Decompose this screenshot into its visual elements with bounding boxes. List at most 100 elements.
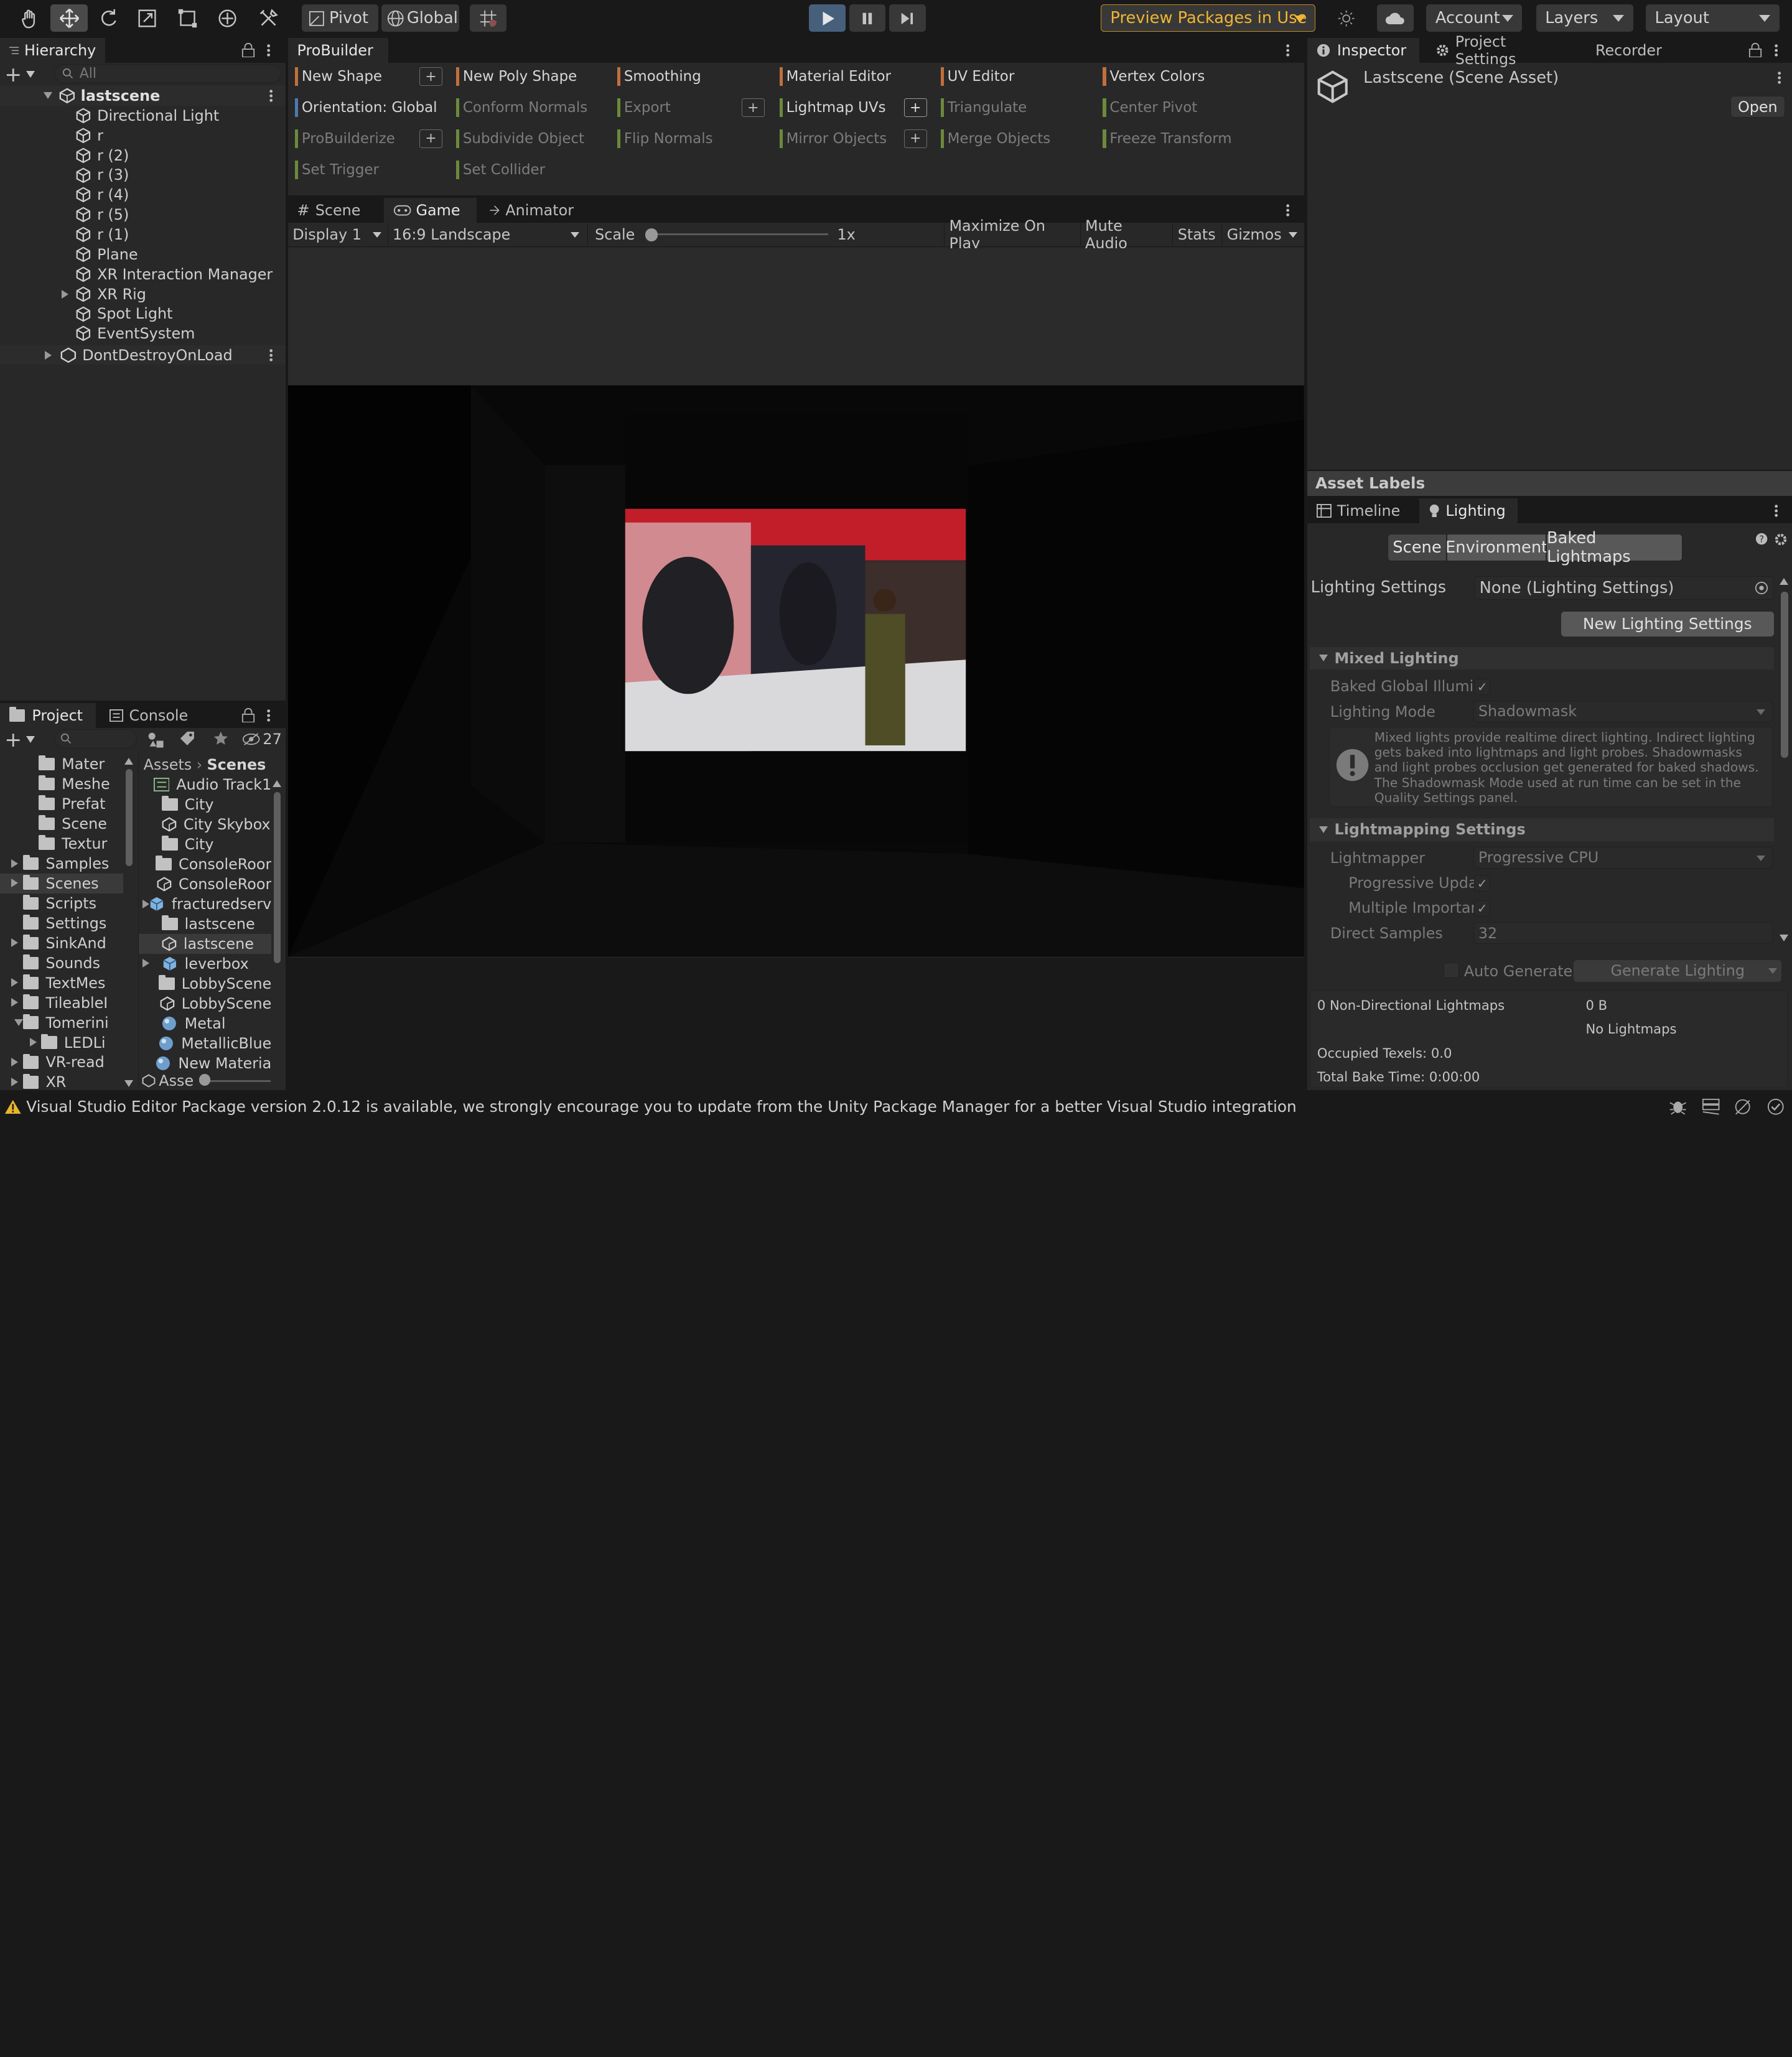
project-file[interactable]: ConsoleRoor (139, 854, 271, 874)
hierarchy-item[interactable]: EventSystem (0, 324, 286, 343)
project-file[interactable]: lastscene (139, 914, 271, 934)
probuilder-options-button[interactable]: + (419, 67, 442, 86)
project-file[interactable]: City (139, 834, 271, 854)
tab-inspector[interactable]: Inspector (1307, 37, 1420, 63)
icon-size-slider[interactable] (204, 1080, 271, 1083)
status-message[interactable]: Visual Studio Editor Package version 2.0… (26, 1098, 1297, 1116)
kebab-menu-icon[interactable] (1286, 44, 1290, 57)
project-file[interactable]: MetallicBlue (139, 1033, 271, 1053)
tab-animator[interactable]: Animator (480, 198, 582, 223)
project-file[interactable]: leverbox (139, 954, 271, 974)
probuilder-options-button[interactable]: + (419, 129, 442, 148)
hierarchy-search-input[interactable]: All (55, 63, 281, 84)
scale-slider-thumb[interactable] (645, 228, 658, 241)
tab-timeline[interactable]: Timeline (1307, 498, 1415, 523)
scale-slider-track[interactable] (647, 233, 828, 236)
kebab-menu-icon[interactable] (1774, 504, 1778, 518)
hand-tool-button[interactable] (11, 4, 49, 32)
probuilder-action[interactable]: Smoothing (615, 64, 701, 89)
layers-dropdown[interactable]: Layers (1536, 4, 1633, 32)
transform-tool-button[interactable] (209, 4, 246, 32)
project-folder[interactable]: Textur (0, 834, 123, 854)
rect-tool-button[interactable] (169, 4, 206, 32)
probuilder-action[interactable]: Set Trigger (292, 157, 379, 182)
project-folder[interactable]: XR (0, 1073, 123, 1090)
project-folder[interactable]: VR-read (0, 1053, 123, 1073)
probuilder-action[interactable]: New Shape (292, 64, 382, 89)
aspect-dropdown[interactable]: 16:9 Landscape (387, 223, 587, 246)
label-icon[interactable] (179, 730, 195, 747)
grid-snap-button[interactable] (469, 4, 506, 32)
maximize-on-play-toggle[interactable]: Maximize On Play (944, 217, 1079, 252)
probuilder-action[interactable]: Flip Normals (615, 126, 713, 151)
project-file[interactable]: City Skybox (139, 814, 271, 834)
project-file[interactable]: fracturedserv (139, 894, 271, 914)
tab-lighting[interactable]: Lighting (1419, 498, 1518, 524)
project-file[interactable]: lastscene (139, 933, 272, 954)
tab-console[interactable]: Console (101, 703, 199, 728)
probuilder-action[interactable]: Export (615, 95, 671, 120)
scene-row-lastscene[interactable]: lastscene (0, 85, 286, 106)
project-file[interactable]: Audio Track1 (139, 775, 271, 795)
hierarchy-item[interactable]: XR Interaction Manager (0, 264, 286, 284)
preview-packages-dropdown[interactable]: Preview Packages in Use (1100, 4, 1316, 32)
star-icon[interactable] (213, 730, 229, 747)
tab-hierarchy[interactable]: Hierarchy (0, 37, 105, 63)
project-file[interactable]: New Materia (139, 1053, 271, 1073)
settings-gear-icon[interactable] (1774, 533, 1788, 546)
probuilder-options-button[interactable]: + (903, 129, 927, 148)
probuilder-action[interactable]: ProBuilderize (292, 126, 395, 151)
project-file[interactable]: Metal (139, 1014, 271, 1033)
new-lighting-settings-button[interactable]: New Lighting Settings (1561, 611, 1774, 637)
project-folder[interactable]: LEDLi (0, 1033, 123, 1053)
lighting-settings-field[interactable]: None (Lighting Settings) (1474, 576, 1774, 600)
subtab-scene[interactable]: Scene (1387, 533, 1447, 561)
hierarchy-item[interactable]: r (3) (0, 165, 286, 185)
subtab-environment[interactable]: Environment (1445, 533, 1547, 561)
step-button[interactable] (889, 4, 926, 32)
project-folder[interactable]: Settings (0, 913, 123, 933)
auto-generate-check-icon[interactable] (1767, 1098, 1785, 1116)
tab-probuilder[interactable]: ProBuilder (287, 37, 389, 63)
global-toggle[interactable]: Global (381, 4, 460, 32)
project-file[interactable]: ConsoleRoor (139, 874, 271, 894)
probuilder-action[interactable]: Material Editor (777, 64, 891, 89)
probuilder-action[interactable]: UV Editor (938, 64, 1014, 89)
project-folder[interactable]: Mater (0, 754, 123, 774)
mixed-lighting-header[interactable]: Mixed Lighting (1309, 646, 1774, 670)
hierarchy-item[interactable]: Directional Light (0, 106, 286, 126)
hierarchy-add-button[interactable]: + (4, 62, 41, 86)
hierarchy-item[interactable]: r (2) (0, 146, 286, 166)
baked-gi-checkbox[interactable]: ✓ (1474, 678, 1491, 695)
project-folder[interactable]: Meshe (0, 774, 123, 794)
project-folder[interactable]: Scenes (0, 873, 124, 893)
kebab-menu-icon[interactable] (1774, 44, 1778, 57)
custom-tool-button[interactable] (249, 4, 288, 32)
project-folder[interactable]: Samples (0, 854, 123, 874)
progress-icon[interactable] (1734, 1098, 1752, 1116)
lock-icon[interactable] (1748, 42, 1762, 57)
pivot-toggle[interactable]: Pivot (301, 4, 378, 32)
account-dropdown[interactable]: Account (1426, 4, 1523, 32)
play-button[interactable] (809, 4, 846, 32)
cache-server-icon[interactable] (1702, 1098, 1720, 1116)
project-folder[interactable]: TileableI (0, 993, 123, 1013)
asset-labels-header[interactable]: Asset Labels (1307, 470, 1792, 497)
hierarchy-item[interactable]: r (1) (0, 225, 286, 245)
breadcrumb-scenes[interactable]: Scenes (207, 756, 266, 773)
tab-game[interactable]: Game (384, 197, 477, 223)
lock-icon[interactable] (241, 42, 255, 57)
project-search-input[interactable] (55, 729, 138, 749)
project-file[interactable]: LobbyScene (139, 994, 271, 1014)
mute-audio-toggle[interactable]: Mute Audio (1080, 217, 1172, 252)
move-tool-button[interactable] (50, 4, 88, 32)
kebab-menu-icon[interactable] (269, 348, 273, 362)
game-viewport[interactable] (287, 248, 1304, 958)
project-folder[interactable]: Scene (0, 814, 123, 834)
project-add-button[interactable]: + (4, 727, 41, 752)
lightmapper-dropdown[interactable]: Progressive CPU (1473, 846, 1773, 869)
scene-row-dontdestroyonload[interactable]: DontDestroyOnLoad (0, 345, 286, 365)
hierarchy-item[interactable]: Spot Light (0, 304, 286, 324)
help-icon[interactable]: ? (1755, 533, 1768, 545)
probuilder-action[interactable]: Subdivide Object (454, 126, 584, 151)
